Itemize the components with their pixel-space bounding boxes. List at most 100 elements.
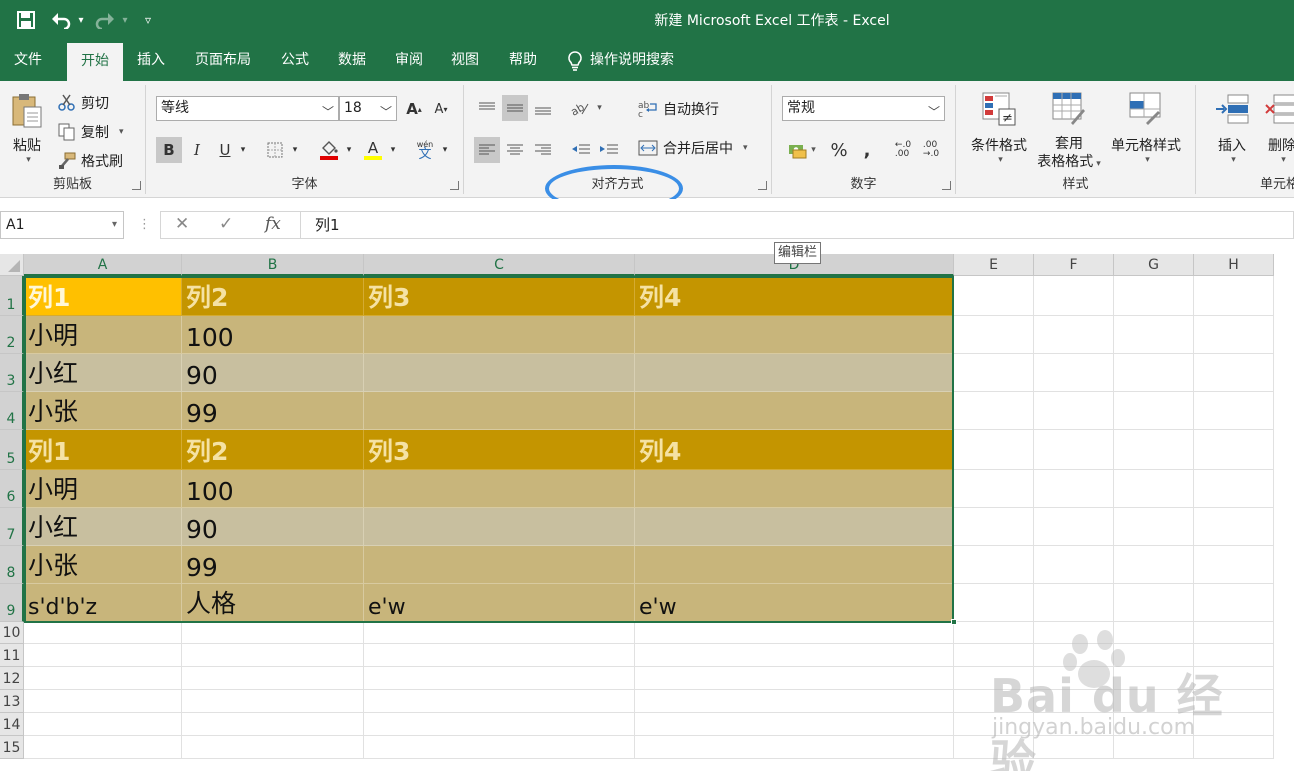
cell-h8[interactable] xyxy=(1194,546,1274,584)
cell-h7[interactable] xyxy=(1194,508,1274,546)
cell-b7[interactable]: 90 xyxy=(182,508,364,546)
cell-d13[interactable] xyxy=(635,690,954,713)
cell-b4[interactable]: 99 xyxy=(182,392,364,430)
cell-d5[interactable]: 列4 xyxy=(635,430,954,470)
cell-h9[interactable] xyxy=(1194,584,1274,622)
number-launcher-icon[interactable] xyxy=(942,181,951,190)
fill-handle[interactable] xyxy=(951,619,957,625)
cell-e8[interactable] xyxy=(954,546,1034,584)
borders-button[interactable] xyxy=(262,137,288,163)
tab-review[interactable]: 审阅 xyxy=(382,40,436,81)
cell-b9[interactable]: 人格 xyxy=(182,584,364,622)
cell-g4[interactable] xyxy=(1114,392,1194,430)
cell-a15[interactable] xyxy=(24,736,182,759)
cell-c13[interactable] xyxy=(364,690,635,713)
number-format-dropdown[interactable]: 常规 ﹀ xyxy=(782,96,945,121)
paste-button[interactable]: 粘贴 ▾ xyxy=(6,91,48,165)
row-header-3[interactable]: 3 xyxy=(0,354,24,392)
cell-b3[interactable]: 90 xyxy=(182,354,364,392)
cell-a7[interactable]: 小红 xyxy=(24,508,182,546)
cell-f8[interactable] xyxy=(1034,546,1114,584)
cell-d6[interactable] xyxy=(635,470,954,508)
cell-e3[interactable] xyxy=(954,354,1034,392)
decrease-font-size-button[interactable]: A ▾ xyxy=(428,96,454,122)
cell-a6[interactable]: 小明 xyxy=(24,470,182,508)
cell-c3[interactable] xyxy=(364,354,635,392)
borders-dropdown-icon[interactable]: ▾ xyxy=(288,137,302,163)
cell-d8[interactable] xyxy=(635,546,954,584)
tab-insert[interactable]: 插入 xyxy=(124,40,178,81)
cell-c2[interactable] xyxy=(364,316,635,354)
align-left-button[interactable] xyxy=(474,137,500,163)
cell-f7[interactable] xyxy=(1034,508,1114,546)
column-header-a[interactable]: A xyxy=(24,254,182,276)
font-size-dropdown[interactable]: 18 ﹀ xyxy=(339,96,397,121)
accounting-format-button[interactable]: ▾ xyxy=(782,137,822,163)
cell-d9[interactable]: e'w xyxy=(635,584,954,622)
row-header-7[interactable]: 7 xyxy=(0,508,24,546)
row-header-12[interactable]: 12 xyxy=(0,667,24,690)
tab-view[interactable]: 视图 xyxy=(438,40,492,81)
cell-h3[interactable] xyxy=(1194,354,1274,392)
column-header-b[interactable]: B xyxy=(182,254,364,276)
cell-c11[interactable] xyxy=(364,644,635,667)
enter-check-icon[interactable]: ✓ xyxy=(219,214,233,234)
row-header-2[interactable]: 2 xyxy=(0,316,24,354)
cell-e6[interactable] xyxy=(954,470,1034,508)
cell-c9[interactable]: e'w xyxy=(364,584,635,622)
cell-c14[interactable] xyxy=(364,713,635,736)
cell-a10[interactable] xyxy=(24,622,182,644)
cell-e9[interactable] xyxy=(954,584,1034,622)
cell-c8[interactable] xyxy=(364,546,635,584)
cell-b5[interactable]: 列2 xyxy=(182,430,364,470)
increase-indent-button[interactable] xyxy=(596,137,622,163)
phonetic-guide-button[interactable]: wén 文 xyxy=(412,137,438,163)
decrease-indent-button[interactable] xyxy=(568,137,594,163)
paste-dropdown-icon[interactable]: ▾ xyxy=(9,155,48,165)
cell-b13[interactable] xyxy=(182,690,364,713)
middle-align-button[interactable] xyxy=(502,95,528,121)
cell-g9[interactable] xyxy=(1114,584,1194,622)
cell-b10[interactable] xyxy=(182,622,364,644)
cell-g7[interactable] xyxy=(1114,508,1194,546)
underline-dropdown-icon[interactable]: ▾ xyxy=(236,137,250,163)
comma-style-button[interactable]: , xyxy=(854,137,880,163)
cell-c6[interactable] xyxy=(364,470,635,508)
column-header-e[interactable]: E xyxy=(954,254,1034,276)
cell-c12[interactable] xyxy=(364,667,635,690)
merge-dropdown-icon[interactable]: ▾ xyxy=(743,143,748,153)
increase-font-size-button[interactable]: A ▴ xyxy=(401,96,427,122)
cell-f2[interactable] xyxy=(1034,316,1114,354)
decrease-decimal-button[interactable]: .00 →.0 xyxy=(918,137,944,163)
cell-d12[interactable] xyxy=(635,667,954,690)
orientation-button[interactable]: ab ▾ xyxy=(568,95,604,121)
cell-d2[interactable] xyxy=(635,316,954,354)
align-center-button[interactable] xyxy=(502,137,528,163)
cell-a13[interactable] xyxy=(24,690,182,713)
tab-home[interactable]: 开始 xyxy=(67,43,123,81)
cell-c15[interactable] xyxy=(364,736,635,759)
row-header-6[interactable]: 6 xyxy=(0,470,24,508)
cell-f5[interactable] xyxy=(1034,430,1114,470)
cell-f1[interactable] xyxy=(1034,276,1114,316)
name-box[interactable]: A1 ▾ xyxy=(0,211,124,239)
cell-c7[interactable] xyxy=(364,508,635,546)
row-header-10[interactable]: 10 xyxy=(0,622,24,644)
format-as-table-button[interactable]: 套用 表格格式 ▾ xyxy=(1032,91,1106,173)
cell-g8[interactable] xyxy=(1114,546,1194,584)
row-header-9[interactable]: 9 xyxy=(0,584,24,622)
cell-g6[interactable] xyxy=(1114,470,1194,508)
cell-a9[interactable]: s'd'b'z xyxy=(24,584,182,622)
cut-button[interactable]: 剪切 xyxy=(58,93,109,113)
row-header-8[interactable]: 8 xyxy=(0,546,24,584)
row-header-15[interactable]: 15 xyxy=(0,736,24,759)
column-header-g[interactable]: G xyxy=(1114,254,1194,276)
cell-g2[interactable] xyxy=(1114,316,1194,354)
cell-e4[interactable] xyxy=(954,392,1034,430)
cell-a4[interactable]: 小张 xyxy=(24,392,182,430)
row-header-1[interactable]: 1 xyxy=(0,276,24,316)
fill-color-dropdown-icon[interactable]: ▾ xyxy=(342,137,356,163)
cell-e1[interactable] xyxy=(954,276,1034,316)
insert-function-icon[interactable]: fx xyxy=(265,214,281,234)
cell-g3[interactable] xyxy=(1114,354,1194,392)
